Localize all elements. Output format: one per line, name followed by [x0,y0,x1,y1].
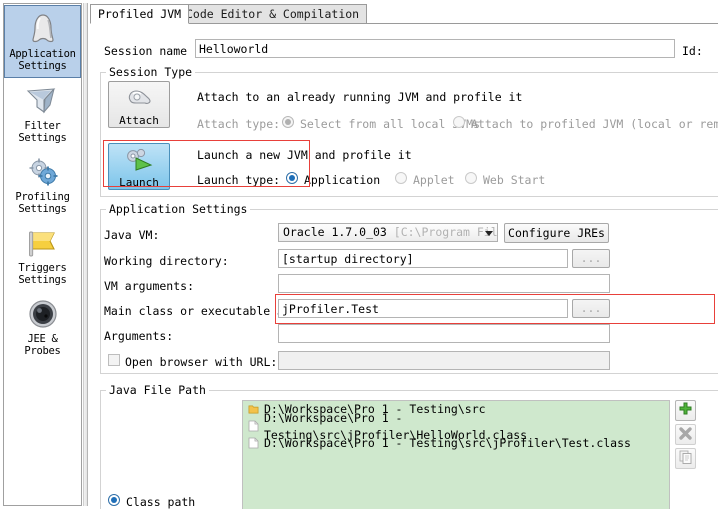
sidebar-item-jee-probes[interactable]: JEE & Probes [4,291,81,362]
java-vm-path: [C:\Program Files\Java\jdk1.7... [393,225,498,239]
file-icon [248,437,259,450]
sidebar-item-triggers-settings[interactable]: Triggers Settings [4,220,81,291]
sidebar-item-filter-settings[interactable]: Filter Settings [4,78,81,149]
session-id-label: Id: [682,44,703,58]
attach-type-radio-local-jvms[interactable] [282,116,294,128]
chevron-down-icon [485,231,493,236]
plus-icon [678,402,693,420]
profiling-settings-icon [4,153,81,191]
file-icon [248,420,259,433]
tab-profiled-jvm[interactable]: Profiled JVM [90,4,190,24]
open-browser-label: Open browser with URL: [125,355,278,369]
attach-description: Attach to an already running JVM and pro… [197,90,523,104]
java-vm-value: Oracle 1.7.0_03 [283,225,394,239]
open-browser-checkbox[interactable] [108,354,120,366]
sidebar-item-label: Filter Settings [18,120,67,144]
launch-type-option-label: Applet [413,173,455,187]
sidebar-item-profiling-settings[interactable]: Profiling Settings [4,149,81,220]
session-name-label: Session name : [104,44,201,58]
working-directory-browse-button[interactable]: ... [572,249,610,268]
tab-code-editor-compilation[interactable]: Code Editor & Compilation [178,4,368,24]
configure-jres-button[interactable]: Configure JREs [504,223,609,243]
sidebar-splitter[interactable] [83,3,88,506]
settings-sidebar: Application Settings Filter Settings Pro… [3,3,82,506]
launch-button-label: Launch [119,176,159,189]
class-path-radio[interactable] [108,494,120,506]
remove-path-button[interactable] [675,424,696,445]
launch-type-option-label: Application [304,173,381,187]
application-settings-title: Application Settings [106,202,251,216]
jee-probes-icon [4,295,81,333]
list-item[interactable]: D:\Workspace\Pro 1 - Testing\src\jProfil… [243,411,669,442]
arguments-label: Arguments: [104,329,174,343]
working-directory-label: Working directory: [104,254,229,268]
x-icon [678,426,693,444]
tab-label: Code Editor & Compilation [186,7,360,21]
main-class-input[interactable]: jProfiler.Test [278,299,568,318]
launch-type-radio-application[interactable] [286,172,298,184]
sidebar-item-label: Triggers Settings [18,262,67,286]
java-file-path-list[interactable]: D:\Workspace\Pro 1 - Testing\src D:\Work… [242,400,670,509]
copy-path-button[interactable] [675,448,696,469]
tab-label: Profiled JVM [98,7,182,21]
java-file-path-title: Java File Path [106,383,209,397]
launch-type-label: Launch type: [197,173,281,187]
main-class-browse-button[interactable]: ... [572,299,610,318]
java-vm-label: Java VM: [104,228,160,242]
sidebar-item-label: Profiling Settings [15,191,70,215]
attach-type-radio-profiled-jvm[interactable] [453,116,465,128]
launch-type-radio-applet[interactable] [395,172,407,184]
sidebar-item-label: Application Settings [9,48,76,72]
session-settings-content: Profiled JVM Code Editor & Compilation S… [90,2,718,509]
add-path-button[interactable] [675,400,696,421]
copy-icon [679,450,693,468]
attach-mode-button[interactable]: Attach [108,81,170,128]
java-vm-combo[interactable]: Oracle 1.7.0_03 [C:\Program Files\Java\j… [278,223,498,242]
class-path-label: Class path [126,495,196,509]
launch-mode-button[interactable]: Launch [108,143,170,190]
attach-type-option-label: Attach to profiled JVM (local or remote [471,117,718,131]
triggers-settings-icon [4,224,81,262]
attach-type-label: Attach type: [197,117,281,131]
jprofiler-session-settings-window: Application Settings Filter Settings Pro… [0,0,718,509]
open-browser-url-input[interactable] [278,351,610,370]
sidebar-item-label: JEE & Probes [24,333,61,357]
launch-description: Launch a new JVM and profile it [197,148,412,162]
application-settings-icon [5,10,80,48]
sidebar-item-application-settings[interactable]: Application Settings [4,5,81,78]
attach-icon [124,85,154,112]
tab-bar: Profiled JVM Code Editor & Compilation [90,4,718,24]
attach-button-label: Attach [119,114,159,127]
launch-type-radio-web-start[interactable] [465,172,477,184]
session-type-title: Session Type [106,65,196,79]
folder-icon [248,403,259,416]
arguments-input[interactable] [278,324,610,343]
main-class-label: Main class or executable JAR: [104,304,305,318]
list-item[interactable]: D:\Workspace\Pro 1 - Testing\src\jProfil… [243,435,669,452]
working-directory-input[interactable]: [startup directory] [278,249,568,268]
vm-arguments-label: VM arguments: [104,279,195,293]
launch-icon [123,147,155,174]
vm-arguments-input[interactable] [278,274,610,293]
launch-type-option-label: Web Start [483,173,546,187]
list-item-text: D:\Workspace\Pro 1 - Testing\src\jProfil… [264,436,631,450]
filter-settings-icon [4,82,81,120]
session-name-input[interactable]: Helloworld [195,39,675,58]
